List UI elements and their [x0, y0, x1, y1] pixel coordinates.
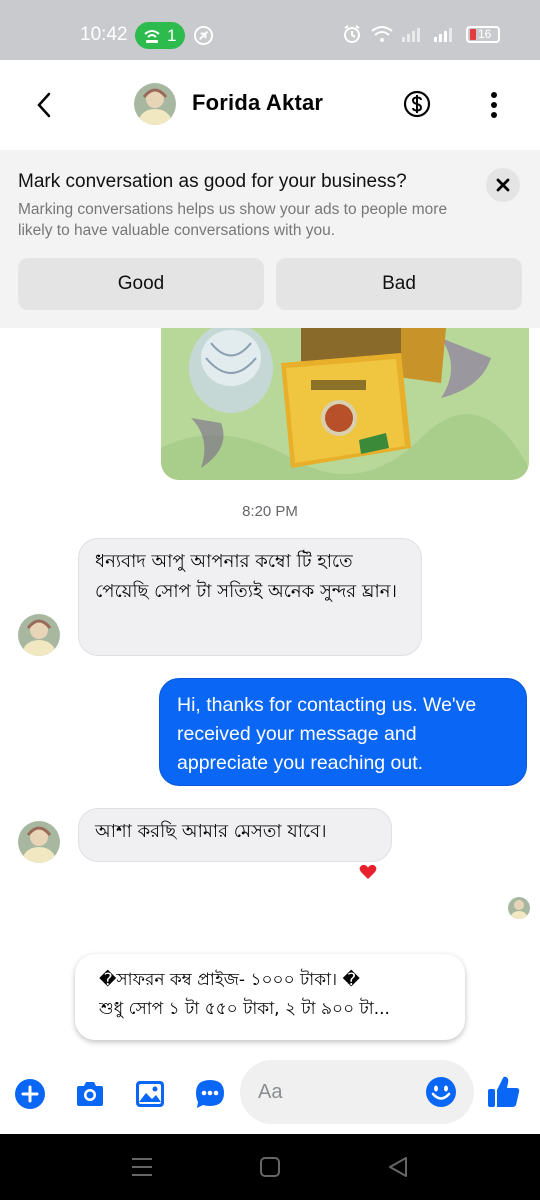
battery-level: 16 — [478, 26, 492, 41]
menu-icon[interactable] — [130, 1156, 154, 1178]
bad-button[interactable]: Bad — [276, 258, 522, 310]
incoming-message-2[interactable]: আশা করছি আমার মেসতা যাবে। — [78, 808, 392, 862]
hotspot-icon — [144, 29, 160, 43]
status-indicators: 16 — [342, 24, 500, 44]
contact-name[interactable]: Forida Aktar — [192, 90, 323, 116]
battery-fill — [470, 28, 476, 40]
vpn-circle-icon — [193, 25, 214, 46]
emoji-icon[interactable] — [425, 1076, 457, 1108]
chat-more-icon[interactable] — [194, 1078, 226, 1110]
back-nav-icon[interactable] — [386, 1156, 410, 1178]
outgoing-message[interactable]: Hi, thanks for contacting us. We've rece… — [159, 678, 527, 786]
good-button[interactable]: Good — [18, 258, 264, 310]
suggested-reply[interactable]: �সাফরন কম্ব প্রাইজ- ১০০০ টাকা। � শুধু সো… — [75, 954, 465, 1040]
hotspot-badge: 1 — [135, 22, 185, 49]
suggested-reply-line-1: �সাফরন কম্ব প্রাইজ- ১০০০ টাকা। � — [99, 970, 360, 990]
heart-reaction-icon[interactable] — [358, 862, 378, 882]
close-icon — [496, 178, 510, 192]
more-vertical-icon[interactable] — [482, 90, 506, 120]
thumbs-up-icon[interactable] — [486, 1074, 522, 1110]
status-bar: 10:42 1 16 — [0, 0, 540, 60]
suggested-reply-line-2: শুধু সোপ ১ টা ৫৫০ টাকা, ২ টা ৯০০ টা... — [99, 999, 390, 1019]
gallery-icon[interactable] — [134, 1078, 166, 1110]
banner-title: Mark conversation as good for your busin… — [18, 171, 407, 192]
banner-description: Marking conversations helps us show your… — [18, 201, 448, 239]
seen-indicator-avatar — [508, 897, 530, 919]
shared-photo[interactable] — [161, 328, 529, 480]
business-feedback-banner: Mark conversation as good for your busin… — [0, 150, 540, 328]
status-time: 10:42 — [80, 24, 128, 45]
add-icon[interactable] — [14, 1078, 46, 1110]
battery-icon: 16 — [466, 25, 500, 43]
sender-avatar-2[interactable] — [18, 821, 60, 863]
home-icon[interactable] — [258, 1156, 282, 1178]
message-composer — [0, 1058, 540, 1134]
sender-avatar[interactable] — [18, 614, 60, 656]
avatar[interactable] — [134, 83, 176, 125]
hotspot-count: 1 — [167, 25, 177, 45]
back-arrow-icon[interactable] — [30, 88, 60, 122]
signal-icon-2 — [434, 28, 452, 42]
incoming-message[interactable]: ধন্যবাদ আপু আপনার কম্বো টি হাতে পেয়েছি … — [78, 538, 422, 656]
dollar-icon[interactable] — [403, 90, 431, 118]
camera-icon[interactable] — [74, 1078, 106, 1110]
alarm-icon — [344, 25, 360, 43]
system-navigation-bar — [0, 1134, 540, 1200]
wifi-icon — [371, 26, 393, 42]
banner-close-button[interactable] — [486, 168, 520, 202]
signal-icon — [402, 28, 420, 42]
time-divider: 8:20 PM — [242, 503, 298, 520]
chat-header: Forida Aktar — [0, 60, 540, 150]
